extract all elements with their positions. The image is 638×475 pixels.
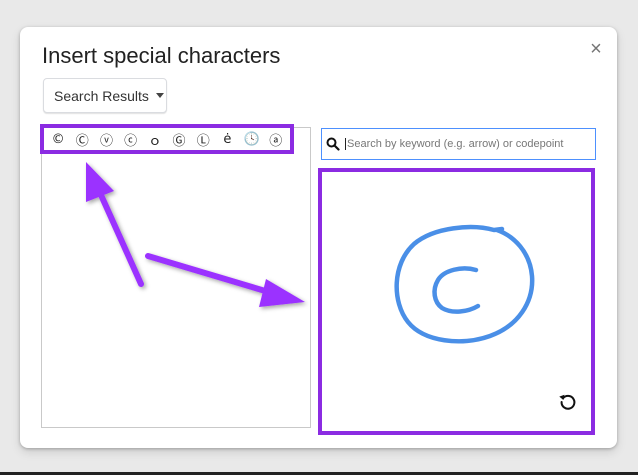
symbol-result[interactable]: © bbox=[48, 129, 68, 149]
search-results-symbols: © Ⓒ ⓥ ⓒ ｏ Ⓖ Ⓛ ė 🕓 ⓐ bbox=[40, 124, 294, 154]
symbol-result[interactable]: Ⓛ bbox=[193, 129, 213, 149]
symbol-result[interactable]: ė bbox=[217, 129, 237, 149]
search-results-panel bbox=[41, 127, 311, 428]
insert-special-characters-dialog: Insert special characters × Search Resul… bbox=[20, 27, 617, 448]
symbol-result[interactable]: ⓒ bbox=[121, 129, 141, 149]
search-input[interactable] bbox=[345, 138, 587, 150]
handwritten-copyright-drawing bbox=[394, 224, 535, 344]
symbol-result[interactable]: ⓐ bbox=[266, 129, 286, 149]
symbol-result[interactable]: Ⓖ bbox=[169, 129, 189, 149]
symbol-result[interactable]: ⓥ bbox=[96, 129, 116, 149]
category-dropdown-label: Search Results bbox=[54, 87, 149, 104]
category-dropdown[interactable]: Search Results bbox=[43, 78, 167, 113]
chevron-down-icon bbox=[155, 93, 164, 98]
symbol-result[interactable]: 🕓 bbox=[242, 129, 262, 149]
search-icon bbox=[326, 137, 340, 151]
symbol-result[interactable]: Ⓒ bbox=[72, 129, 92, 149]
reset-icon[interactable] bbox=[557, 391, 579, 413]
close-icon[interactable]: × bbox=[586, 39, 606, 59]
symbol-result[interactable]: ｏ bbox=[145, 129, 165, 149]
keyword-search-field[interactable] bbox=[321, 128, 596, 160]
handwriting-draw-area[interactable] bbox=[318, 168, 595, 435]
dialog-title: Insert special characters bbox=[42, 43, 281, 68]
